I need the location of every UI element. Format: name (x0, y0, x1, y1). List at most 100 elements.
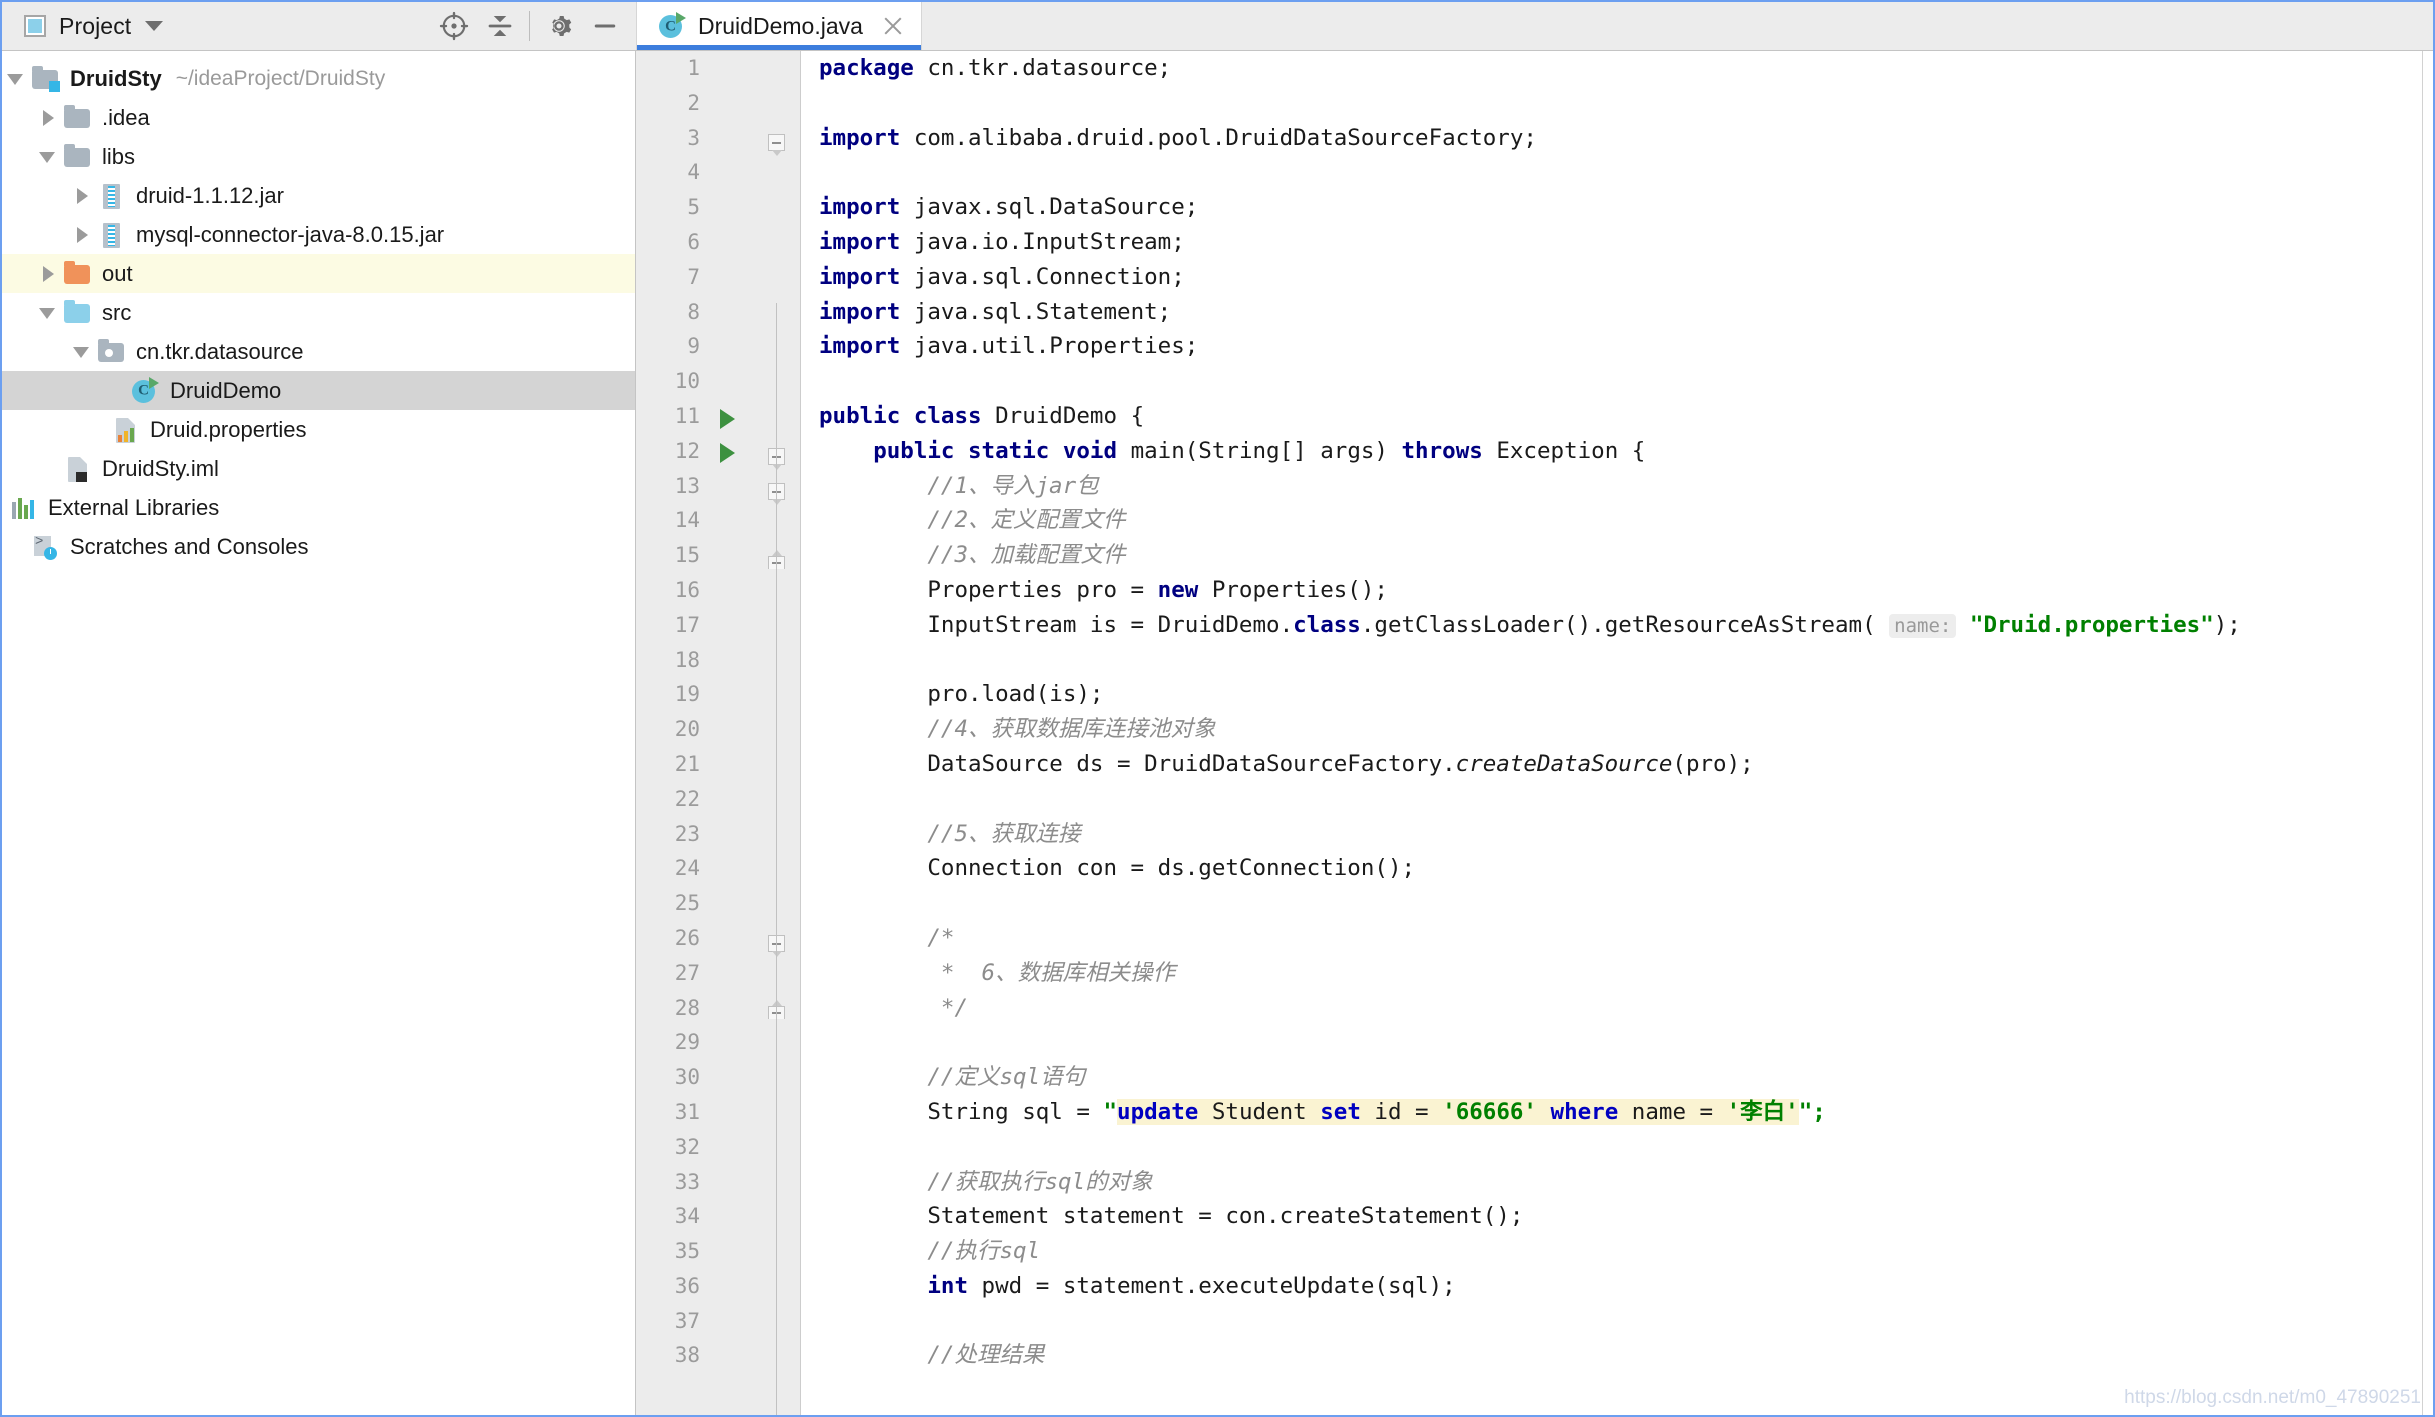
code-line: public class DruidDemo { (819, 402, 1145, 429)
close-icon[interactable] (881, 14, 905, 38)
line-number: 20 (674, 717, 700, 742)
sql-token: name = (1618, 1098, 1727, 1125)
twisty-icon[interactable] (68, 176, 98, 215)
tool-window-actions (431, 3, 636, 49)
line-number: 38 (674, 1343, 700, 1368)
tree-item-label: src (102, 299, 132, 325)
tree-item-mysql-connector-jar[interactable]: mysql-connector-java-8.0.15.jar (2, 215, 635, 254)
scratches-icon (32, 533, 60, 561)
code-text-area[interactable]: package cn.tkr.datasource; import com.al… (801, 51, 2433, 1415)
twisty-icon[interactable] (2, 488, 10, 527)
line-number: 5 (687, 195, 700, 220)
line-number: 22 (674, 786, 700, 811)
external-libraries-icon (10, 494, 38, 522)
line-number: 11 (674, 403, 700, 428)
line-number: 28 (674, 995, 700, 1020)
twisty-icon[interactable] (34, 254, 64, 293)
tree-item-druiddemo[interactable]: DruidDemo (2, 371, 635, 410)
code-line: public static void main(String[] args) t… (873, 437, 1646, 464)
main-area: DruidSty ~/ideaProject/DruidSty .idea li… (2, 51, 2433, 1415)
tree-item-external-libraries[interactable]: External Libraries (2, 488, 635, 527)
tree-item-src[interactable]: src (2, 293, 635, 332)
chevron-down-icon[interactable] (145, 21, 164, 31)
gear-icon[interactable] (536, 3, 582, 49)
line-number-column: 1 2 3 4 5 6 7 8 9 10 11 12 13 14 15 16 1 (636, 51, 710, 1415)
project-tree[interactable]: DruidSty ~/ideaProject/DruidSty .idea li… (2, 51, 636, 1415)
top-bar: Project C DruidDemo.java (2, 2, 2433, 51)
line-number: 35 (674, 1239, 700, 1264)
sql-token: '李白' (1726, 1098, 1799, 1125)
code-line: String sql = "update Student set id = '6… (819, 1098, 1826, 1125)
code-line: //执行sql (927, 1238, 1041, 1265)
collapse-all-icon[interactable] (477, 3, 523, 49)
tree-item-druid-jar[interactable]: druid-1.1.12.jar (2, 176, 635, 215)
run-method-icon[interactable] (720, 443, 735, 463)
fold-column[interactable] (754, 51, 801, 1415)
tree-item-out[interactable]: out (2, 254, 635, 293)
jar-icon (98, 221, 126, 249)
tree-item-idea[interactable]: .idea (2, 98, 635, 137)
java-class-runnable-icon (132, 376, 159, 404)
tree-item-package-cn-tkr-datasource[interactable]: cn.tkr.datasource (2, 332, 635, 371)
twisty-icon[interactable] (34, 293, 64, 332)
code-line: //3、加载配置文件 (927, 542, 1126, 569)
project-tool-window-title: Project (59, 12, 132, 39)
tree-item-scratches-and-consoles[interactable]: Scratches and Consoles (2, 527, 635, 566)
sql-open-quote: " (1103, 1098, 1118, 1125)
crosshair-target-icon[interactable] (431, 3, 477, 49)
code-line: //5、获取连接 (927, 820, 1081, 847)
code-editor[interactable]: 1 2 3 4 5 6 7 8 9 10 11 12 13 14 15 16 1 (636, 51, 2433, 1415)
tree-item-druidsty-iml[interactable]: DruidSty.iml (2, 449, 635, 488)
code-line: /* (927, 924, 955, 951)
code-line: pro.load(is); (819, 681, 1104, 708)
line-number: 3 (687, 125, 700, 150)
line-number: 30 (674, 1065, 700, 1090)
fold-marker[interactable] (768, 134, 785, 156)
line-number: 16 (674, 577, 700, 602)
code-line: import com.alibaba.druid.pool.DruidDataS… (819, 124, 1537, 151)
parameter-hint: name: (1889, 613, 1957, 638)
line-number: 14 (674, 508, 700, 533)
line-number: 12 (674, 438, 700, 463)
line-number: 10 (674, 369, 700, 394)
line-number: 32 (674, 1134, 700, 1159)
twisty-icon[interactable] (2, 59, 32, 98)
iml-file-icon (64, 455, 92, 483)
line-number: 26 (674, 925, 700, 950)
sql-token: where (1550, 1098, 1619, 1125)
code-line: import java.util.Properties; (819, 333, 1199, 360)
line-number: 1 (687, 56, 700, 80)
tree-item-label: Druid.properties (150, 416, 307, 442)
line-number: 6 (687, 229, 700, 254)
sql-token: '66666' (1442, 1098, 1537, 1125)
project-tool-window-header: Project (2, 2, 636, 50)
tree-item-label: libs (102, 143, 136, 169)
code-line: //获取执行sql的对象 (927, 1168, 1153, 1195)
tree-item-druidsty[interactable]: DruidSty ~/ideaProject/DruidSty (2, 59, 635, 98)
twisty-icon[interactable] (68, 332, 98, 371)
project-window-icon (24, 15, 46, 37)
tree-item-libs[interactable]: libs (2, 137, 635, 176)
sql-close-quote: "; (1798, 1098, 1826, 1125)
tree-item-druid-properties[interactable]: Druid.properties (2, 410, 635, 449)
minimize-icon[interactable] (582, 3, 628, 49)
string-literal: "Druid.properties" (1969, 611, 2214, 638)
code-line: InputStream is = DruidDemo.class.getClas… (819, 611, 2241, 638)
line-number: 15 (674, 543, 700, 568)
twisty-icon[interactable] (34, 98, 64, 137)
folder-icon (64, 104, 92, 132)
sql-token: set (1320, 1098, 1361, 1125)
run-class-icon[interactable] (720, 409, 735, 429)
run-gutter-column[interactable] (710, 51, 754, 1415)
tree-item-path: ~/ideaProject/DruidSty (175, 66, 386, 90)
editor-gutter[interactable]: 1 2 3 4 5 6 7 8 9 10 11 12 13 14 15 16 1 (636, 51, 801, 1415)
twisty-icon[interactable] (68, 215, 98, 254)
module-folder-icon (32, 65, 60, 93)
twisty-icon[interactable] (34, 137, 64, 176)
line-number: 2 (687, 90, 700, 115)
line-number: 8 (687, 299, 700, 324)
code-line: package cn.tkr.datasource; (819, 55, 1172, 81)
tab-druiddemo-java[interactable]: DruidDemo.java (636, 2, 922, 50)
code-line: * 6、数据库相关操作 (927, 959, 1176, 986)
